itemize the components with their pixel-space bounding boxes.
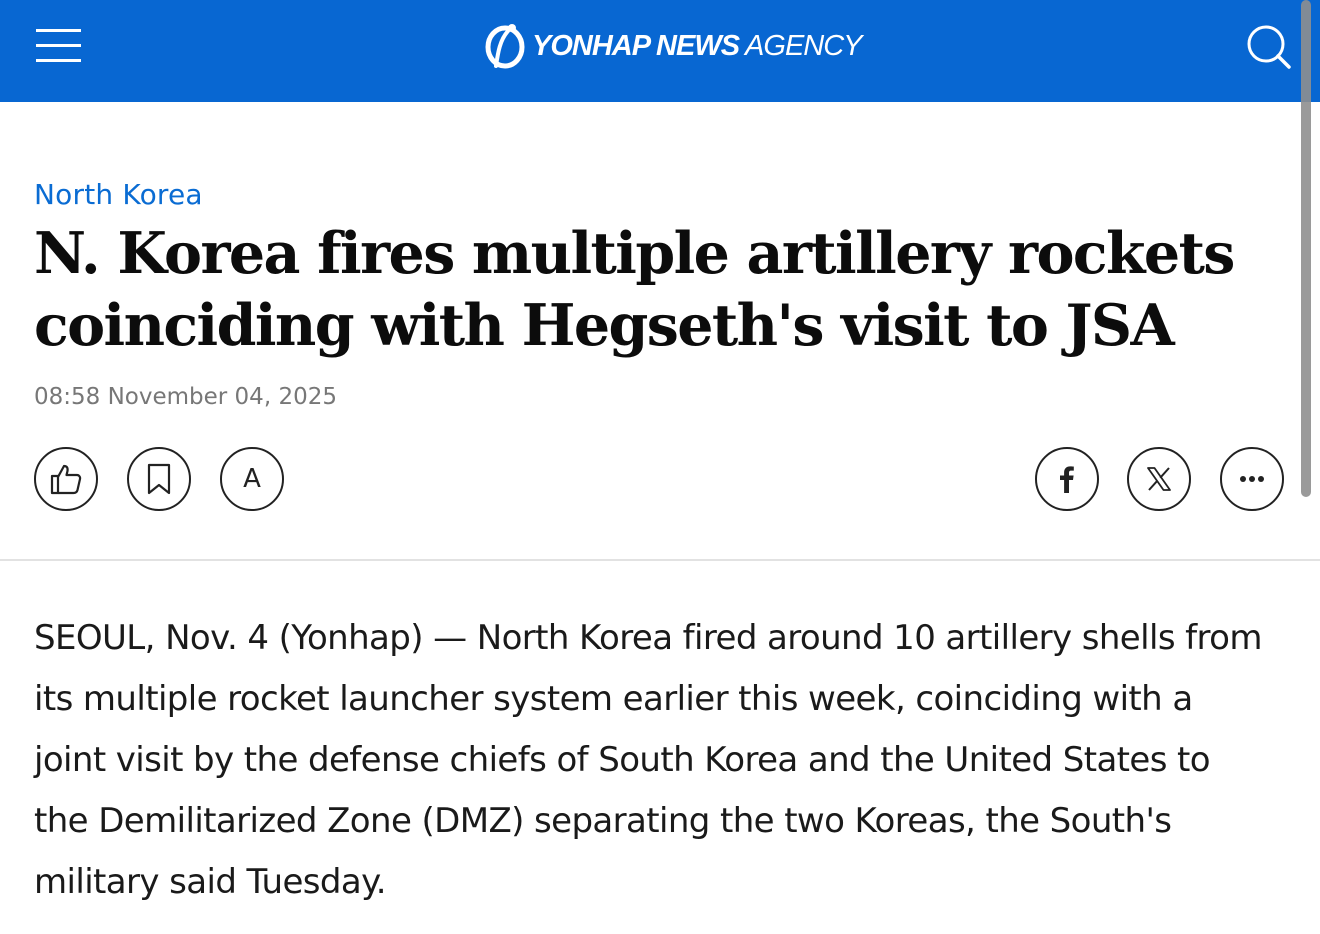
hamburger-icon-line [36,44,81,47]
bookmark-icon [147,463,171,495]
x-twitter-icon [1147,467,1171,491]
logo-text-light: AGENCY [739,29,862,62]
article-page: YONHAP NEWS AGENCY North Korea N. Korea … [0,0,1320,934]
more-dots-icon [1240,476,1264,482]
share-x-button[interactable] [1127,447,1191,511]
article-timestamp: 08:58 November 04, 2025 [34,384,337,410]
logo-text-bold: YONHAP NEWS [532,29,740,62]
share-facebook-button[interactable] [1035,447,1099,511]
more-options-button[interactable] [1220,447,1284,511]
yonhap-logo-icon [485,24,525,69]
article-category-link[interactable]: North Korea [34,178,203,211]
font-size-label: A [243,464,261,494]
like-button[interactable] [34,447,98,511]
font-size-button[interactable]: A [220,447,284,511]
article-headline: N. Korea fires multiple artillery rocket… [34,220,1235,359]
article-body: SEOUL, Nov. 4 (Yonhap) — North Korea fir… [34,618,1262,902]
search-button[interactable] [1244,22,1292,70]
scrollbar[interactable] [1301,0,1311,497]
logo-text: YONHAP NEWS AGENCY [532,29,863,63]
bookmark-button[interactable] [127,447,191,511]
hamburger-icon-line [36,59,81,62]
thumbs-up-icon [50,464,82,495]
search-icon [1247,25,1291,69]
hamburger-icon [36,29,81,32]
facebook-icon [1060,466,1074,493]
top-navigation-bar: YONHAP NEWS AGENCY [0,0,1320,102]
menu-button[interactable] [34,27,82,63]
yonhap-logo[interactable]: YONHAP NEWS AGENCY [484,20,863,72]
section-divider [0,559,1320,561]
